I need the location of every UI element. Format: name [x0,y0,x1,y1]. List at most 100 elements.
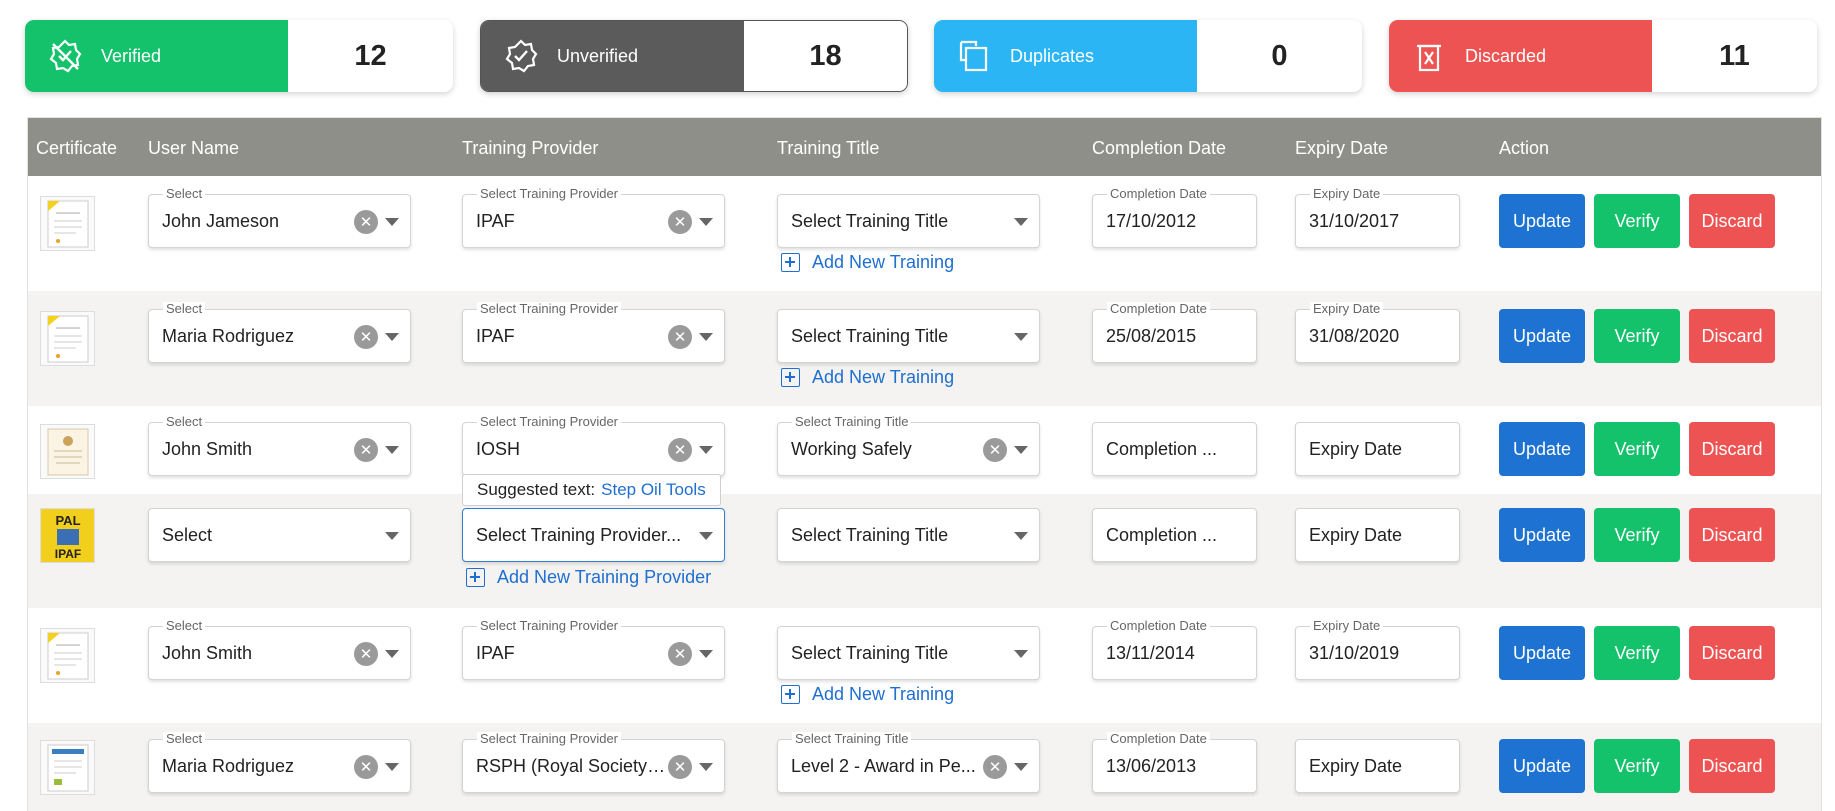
update-button[interactable]: Update [1499,508,1585,562]
chevron-down-icon[interactable] [699,650,713,658]
chevron-down-icon[interactable] [699,218,713,226]
expiry-date-input[interactable]: Expiry Date 31/08/2020 [1295,302,1460,363]
clear-icon[interactable]: ✕ [983,438,1007,462]
chevron-down-icon[interactable] [1014,532,1028,540]
certificate-thumbnail[interactable] [40,740,95,795]
clear-icon[interactable]: ✕ [668,325,692,349]
chevron-down-icon[interactable] [1014,650,1028,658]
verify-button[interactable]: Verify [1594,508,1680,562]
discard-button[interactable]: Discard [1689,194,1775,248]
add-new-training-provider-link[interactable]: Add New Training Provider [466,567,711,588]
completion-date-input[interactable]: Completion Date 13/06/2013 [1092,732,1257,793]
training-title-select[interactable]: Select Training Title Level 2 - Award in… [777,732,1040,793]
stat-card-verified[interactable]: Verified 12 [25,20,453,92]
stat-card-duplicates[interactable]: Duplicates 0 [934,20,1362,92]
certificate-thumbnail[interactable] [40,424,95,479]
verify-button[interactable]: Verify [1594,739,1680,793]
update-button[interactable]: Update [1499,739,1585,793]
certificate-thumbnail[interactable] [40,628,95,683]
clear-icon[interactable]: ✕ [668,438,692,462]
training-title-select[interactable]: Select Training Title [777,194,1040,248]
training-title-select[interactable]: Select Training Title [777,626,1040,680]
add-new-training-link[interactable]: Add New Training [781,252,954,273]
stat-card-discarded[interactable]: Discarded 11 [1389,20,1817,92]
discard-button[interactable]: Discard [1689,508,1775,562]
user-select[interactable]: Select John Smith ✕ [148,415,411,476]
verify-button[interactable]: Verify [1594,626,1680,680]
discard-button[interactable]: Discard [1689,309,1775,363]
training-provider-select[interactable]: Select Training Provider IOSH ✕ [462,415,725,476]
update-button[interactable]: Update [1499,309,1585,363]
training-provider-select[interactable]: Select Training Provider RSPH (Royal Soc… [462,732,725,793]
clear-icon[interactable]: ✕ [668,642,692,666]
certificate-thumbnail[interactable] [40,311,95,366]
field-value: John Jameson [162,211,280,231]
clear-icon[interactable]: ✕ [983,755,1007,779]
discard-button[interactable]: Discard [1689,739,1775,793]
training-provider-select[interactable]: Select Training Provider IPAF ✕ [462,619,725,680]
clear-icon[interactable]: ✕ [354,755,378,779]
chevron-down-icon[interactable] [385,333,399,341]
stat-label: Unverified [557,45,639,66]
chevron-down-icon[interactable] [1014,218,1028,226]
clear-icon[interactable]: ✕ [668,210,692,234]
clear-icon[interactable]: ✕ [668,755,692,779]
chevron-down-icon[interactable] [385,218,399,226]
training-provider-select[interactable]: Select Training Provider IPAF ✕ [462,302,725,363]
clear-icon[interactable]: ✕ [354,325,378,349]
completion-date-input[interactable]: Completion Date 25/08/2015 [1092,302,1257,363]
stat-label: Duplicates [1010,45,1095,66]
completion-date-input[interactable]: Completion Date 17/10/2012 [1092,187,1257,248]
expiry-date-input[interactable]: Expiry Date 31/10/2019 [1295,619,1460,680]
discard-button[interactable]: Discard [1689,626,1775,680]
training-title-select[interactable]: Select Training Title [777,508,1040,562]
completion-date-input[interactable]: Completion ... [1092,422,1257,476]
update-button[interactable]: Update [1499,194,1585,248]
expiry-date-input[interactable]: Expiry Date 31/10/2017 [1295,187,1460,248]
chevron-down-icon[interactable] [699,763,713,771]
clear-icon[interactable]: ✕ [354,438,378,462]
stat-card-unverified[interactable]: Unverified 18 [480,20,908,92]
training-title-select[interactable]: Select Training Title [777,309,1040,363]
chevron-down-icon[interactable] [699,446,713,454]
add-new-training-link[interactable]: Add New Training [781,367,954,388]
expiry-date-input[interactable]: Expiry Date [1295,508,1460,562]
field-value: 31/10/2019 [1309,643,1400,663]
add-new-training-link[interactable]: Add New Training [781,684,954,705]
verify-button[interactable]: Verify [1594,309,1680,363]
user-select[interactable]: Select Maria Rodriguez ✕ [148,302,411,363]
clear-icon[interactable]: ✕ [354,210,378,234]
training-provider-select[interactable]: Select Training Provider... [462,508,725,562]
suggested-provider-link[interactable]: Step Oil Tools [601,480,706,500]
update-button[interactable]: Update [1499,626,1585,680]
user-select[interactable]: Select Maria Rodriguez ✕ [148,732,411,793]
completion-date-input[interactable]: Completion Date 13/11/2014 [1092,619,1257,680]
chevron-down-icon[interactable] [385,532,399,540]
expiry-date-input[interactable]: Expiry Date [1295,422,1460,476]
training-provider-select[interactable]: Select Training Provider IPAF ✕ [462,187,725,248]
chevron-down-icon[interactable] [699,532,713,540]
chevron-down-icon[interactable] [385,763,399,771]
chevron-down-icon[interactable] [385,446,399,454]
completion-date-input[interactable]: Completion ... [1092,508,1257,562]
certificate-thumbnail[interactable]: PAL IPAF [40,508,95,563]
table-row: Select Maria Rodriguez ✕ Select Training… [28,723,1821,811]
user-select[interactable]: Select [148,508,411,562]
verify-button[interactable]: Verify [1594,194,1680,248]
chevron-down-icon[interactable] [1014,446,1028,454]
training-title-select[interactable]: Select Training Title Working Safely ✕ [777,415,1040,476]
field-caption: Expiry Date [1310,619,1384,633]
chevron-down-icon[interactable] [699,333,713,341]
chevron-down-icon[interactable] [1014,333,1028,341]
certificate-thumbnail[interactable] [40,196,95,251]
field-value: Expiry Date [1309,525,1403,545]
update-button[interactable]: Update [1499,422,1585,476]
user-select[interactable]: Select John Smith ✕ [148,619,411,680]
chevron-down-icon[interactable] [1014,763,1028,771]
expiry-date-input[interactable]: Expiry Date [1295,739,1460,793]
discard-button[interactable]: Discard [1689,422,1775,476]
user-select[interactable]: Select John Jameson ✕ [148,187,411,248]
verify-button[interactable]: Verify [1594,422,1680,476]
chevron-down-icon[interactable] [385,650,399,658]
clear-icon[interactable]: ✕ [354,642,378,666]
